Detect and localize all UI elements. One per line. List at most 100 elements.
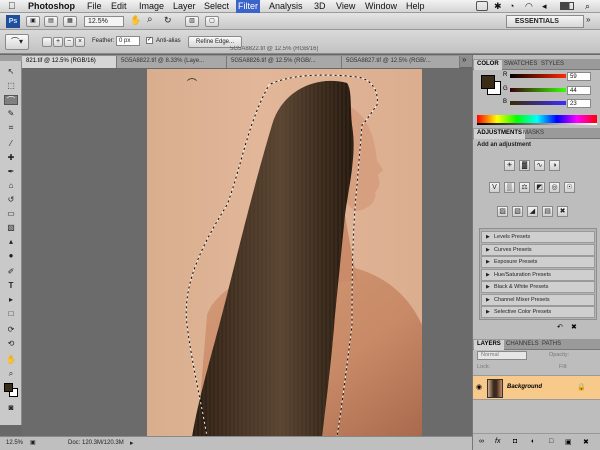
new-selection-icon[interactable] (42, 37, 52, 47)
dodge-tool-icon[interactable]: ● (4, 251, 18, 261)
tab-adjustments[interactable]: ADJUSTMENTS (474, 129, 526, 139)
color-balance-icon[interactable]: ⚖ (519, 182, 530, 193)
battery-icon[interactable] (560, 2, 574, 10)
grayscale-ramp[interactable] (477, 123, 597, 125)
menu-window[interactable]: Window (365, 0, 397, 13)
crop-tool-icon[interactable]: ⌗ (4, 123, 18, 133)
adjustment-layer-icon[interactable]: ◐ (531, 438, 535, 445)
volume-icon[interactable]: ◂ (542, 0, 547, 13)
tab-masks[interactable]: MASKS (520, 129, 547, 139)
blue-value[interactable]: 23 (567, 99, 591, 108)
intersect-selection-icon[interactable]: × (75, 37, 85, 47)
screen-mode-icon[interactable]: ▢ (205, 16, 219, 27)
bluetooth-icon[interactable]: ✱ (494, 0, 502, 13)
panel-foreground-swatch[interactable] (481, 75, 495, 89)
brush-tool-icon[interactable]: ✒ (4, 167, 18, 177)
selective-color-icon[interactable]: ✖ (557, 206, 568, 217)
menu-edit[interactable]: Edit (111, 0, 127, 13)
menu-filter[interactable]: Filter (236, 0, 260, 13)
tab-styles[interactable]: STYLES (538, 60, 567, 70)
menu-3d[interactable]: 3D (314, 0, 326, 13)
zoom-tool-icon[interactable]: ⌕ (147, 14, 153, 25)
gradient-map-icon[interactable]: ▤ (542, 206, 553, 217)
3d-orbit-tool-icon[interactable]: ⟲ (4, 339, 18, 349)
eyedropper-tool-icon[interactable]: ⁄ (4, 139, 18, 149)
new-layer-icon[interactable]: ▣ (565, 438, 572, 446)
rotate-view-icon[interactable]: ↻ (164, 15, 172, 26)
tab-paths[interactable]: PATHS (539, 340, 564, 350)
tab-layers[interactable]: LAYERS (474, 340, 504, 350)
menu-analysis[interactable]: Analysis (269, 0, 303, 13)
wifi-icon[interactable]: ◠ (525, 0, 533, 13)
vibrance-icon[interactable]: V (489, 182, 500, 193)
black-white-icon[interactable]: ◩ (534, 182, 545, 193)
tab-color[interactable]: COLOR (474, 60, 502, 70)
levels-icon[interactable]: ▓ (519, 160, 530, 171)
preset-hue-saturation[interactable]: ▶ Hue/Saturation Presets (481, 269, 595, 281)
visibility-eye-icon[interactable]: ◉ (476, 383, 482, 391)
status-icon[interactable]: ▣ (30, 440, 36, 447)
time-machine-icon[interactable]: ◔ (509, 0, 514, 13)
tab-document-4[interactable]: 5G5A8827.tif @ 12.5% (RGB/... (342, 56, 460, 68)
clone-stamp-tool-icon[interactable]: ⌂ (4, 181, 18, 191)
tab-document-2[interactable]: 5G5A8822.tif @ 8.33% (Laye... (117, 56, 227, 68)
pen-tool-icon[interactable]: ✐ (4, 267, 18, 277)
spotlight-icon[interactable]: ⌕ (585, 0, 590, 13)
blend-mode-select[interactable]: Normal (477, 351, 527, 360)
tools-panel-header[interactable] (0, 55, 22, 61)
preset-curves[interactable]: ▶ Curves Presets (481, 244, 595, 256)
marquee-tool-icon[interactable]: ⬚ (4, 81, 18, 91)
menu-select[interactable]: Select (204, 0, 229, 13)
eraser-tool-icon[interactable]: ▭ (4, 209, 18, 219)
zoom-level-select[interactable]: 12.5% (84, 16, 124, 27)
tab-channels[interactable]: CHANNELS (503, 340, 542, 350)
status-zoom[interactable]: 12.5% (6, 437, 23, 450)
green-value[interactable]: 44 (567, 86, 591, 95)
tab-swatches[interactable]: SWATCHES (501, 60, 540, 70)
new-group-icon[interactable]: □ (549, 438, 553, 445)
view-extras-icon[interactable]: ▦ (63, 16, 77, 27)
preset-exposure[interactable]: ▶ Exposure Presets (481, 256, 595, 268)
panel-trash-icon[interactable]: ✖ (571, 323, 577, 331)
photo-filter-icon[interactable]: ◎ (549, 182, 560, 193)
red-value[interactable]: 59 (567, 72, 591, 81)
layer-name[interactable]: Background (507, 384, 542, 390)
hue-saturation-icon[interactable]: ▒ (504, 182, 515, 193)
shape-tool-icon[interactable]: □ (4, 309, 18, 319)
mini-bridge-icon[interactable]: ▤ (44, 16, 58, 27)
move-tool-icon[interactable]: ↖ (4, 67, 18, 77)
type-tool-icon[interactable]: T (4, 281, 18, 291)
blue-slider[interactable] (510, 101, 566, 105)
red-slider[interactable] (510, 74, 566, 78)
3d-rotate-tool-icon[interactable]: ⟳ (4, 325, 18, 335)
menu-app-name[interactable]: Photoshop (28, 0, 75, 13)
threshold-icon[interactable]: ◢ (527, 206, 538, 217)
workspace-menu-icon[interactable]: » (586, 15, 590, 24)
add-to-selection-icon[interactable]: + (53, 37, 63, 47)
delete-layer-icon[interactable]: ✖ (583, 438, 589, 446)
curves-icon[interactable]: ∿ (534, 160, 545, 171)
menu-image[interactable]: Image (139, 0, 164, 13)
quick-mask-icon[interactable]: ◙ (4, 403, 18, 413)
history-brush-tool-icon[interactable]: ↺ (4, 195, 18, 205)
quick-selection-tool-icon[interactable]: ✎ (4, 109, 18, 119)
anti-alias-checkbox[interactable]: ✓ (146, 37, 153, 44)
lasso-preset-icon[interactable]: ⌒▾ (5, 34, 29, 50)
subtract-selection-icon[interactable]: − (64, 37, 74, 47)
feather-input[interactable]: 0 px (116, 36, 140, 46)
tabs-overflow-icon[interactable]: » (462, 55, 466, 64)
status-menu-icon[interactable]: ▸ (130, 437, 134, 450)
posterize-icon[interactable]: ▧ (512, 206, 523, 217)
menu-file[interactable]: File (87, 0, 102, 13)
panel-undo-icon[interactable]: ↶ (557, 323, 563, 331)
zoom-tool-icon[interactable]: ⌕ (4, 369, 18, 379)
apple-logo-icon[interactable]:  (8, 0, 16, 13)
menu-view[interactable]: View (336, 0, 355, 13)
arrange-documents-icon[interactable]: ▥ (185, 16, 199, 27)
foreground-color-swatch[interactable] (4, 383, 13, 392)
green-slider[interactable] (510, 88, 566, 92)
color-ramp[interactable] (477, 115, 597, 123)
blur-tool-icon[interactable]: ▴ (4, 237, 18, 247)
photo-canvas[interactable]: ⌒ (147, 69, 422, 436)
display-icon[interactable] (476, 1, 488, 11)
